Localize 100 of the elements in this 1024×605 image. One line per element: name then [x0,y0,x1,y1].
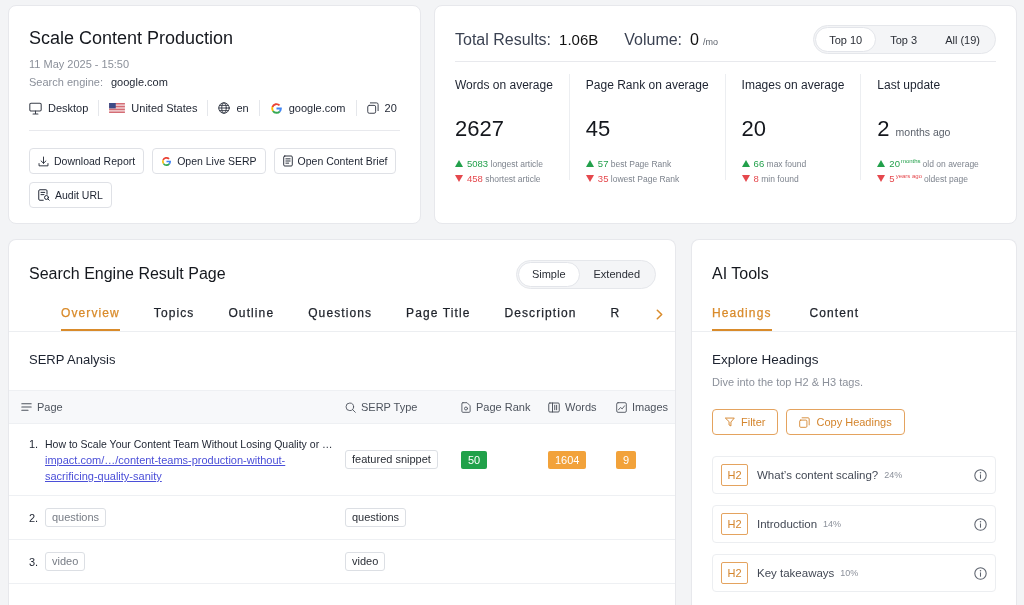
feature-tag: questions [45,508,107,527]
up-triangle-icon [741,160,750,167]
document-icon [461,401,471,413]
up-triangle-icon [455,160,463,167]
ai-tools-title: AI Tools [712,264,769,284]
view-mode-tab[interactable]: Extended [579,261,654,287]
section-tab[interactable]: Outline [228,302,275,331]
stat-detail: 458 shortest article [467,173,541,184]
results-count: 20 [384,101,397,116]
copy-icon [799,416,811,428]
domain-label: google.com [288,101,346,116]
section-title: SERP Analysis [29,352,116,368]
section-tab[interactable]: Page Title [406,302,471,331]
heading-share: 24% [884,470,903,480]
explore-headings-description: Dive into the top H2 & H3 tags. [712,375,864,389]
info-icon[interactable] [974,566,987,580]
section-tab[interactable]: Content [809,302,860,331]
heading-level-tag: H2 [721,562,748,584]
stat-label: Page Rank on average [585,78,709,93]
result-title: How to Scale Your Content Team Without Losing Quality or … [45,437,334,452]
google-logo-icon [269,101,283,115]
search-icon [345,401,356,413]
document-icon [282,155,293,167]
stat-value: 2627 [455,116,504,142]
funnel-icon [725,417,735,427]
section-tab[interactable]: Questions [308,302,373,331]
stat-label: Images on average [741,78,845,93]
download-report-button[interactable]: Download Report [29,148,145,174]
up-triangle-icon [877,160,886,167]
stacked-squares-icon [366,102,379,114]
total-results-value: 1.06B [559,30,599,48]
heading-text: What’s content scaling? [757,469,879,481]
language-label: en [236,101,249,116]
search-engine-value: google.com [111,75,168,89]
feature-tag: video [45,552,86,571]
chevron-right-icon[interactable] [656,309,663,320]
stat-detail: 5$^{years ago}$ oldest page [889,173,968,184]
heading-text: Introduction [757,518,818,530]
info-icon[interactable] [974,517,987,531]
report-date: 11 May 2025 - 15:50 [29,57,131,71]
row-number: 3. [29,554,40,570]
stat-detail: 8 min found [753,173,799,184]
result-url-link[interactable]: impact.com/…/content-teams-production-without-sacrificing-quality-sanity [45,452,335,484]
serp-type-tag: featured snippet [345,450,438,469]
open-live-serp-button[interactable]: Open Live SERP [152,148,266,174]
column-header: Page [37,401,63,413]
stat-detail: 5083 longest article [467,158,543,169]
country-label: United States [131,101,198,116]
section-tab[interactable]: R [610,302,621,331]
stat-label: Last update [877,78,942,93]
down-triangle-icon [585,175,594,182]
columns-icon [548,401,560,413]
stat-value: 45 [585,116,611,142]
device-label: Desktop [48,101,89,116]
column-header: SERP Type [361,401,418,413]
view-mode-tab[interactable]: Simple [517,261,580,287]
heading-level-tag: H2 [721,464,748,486]
search-engine-label: Search engine: [29,75,103,89]
column-header: Page Rank [476,401,531,413]
heading-level-tag: H2 [721,513,748,535]
volume-unit: /mo [702,36,718,47]
stat-unit: months ago [895,126,951,138]
open-content-brief-button[interactable]: Open Content Brief [273,148,397,174]
image-count-badge: 9 [616,450,637,469]
stat-detail: 66 max found [753,158,807,169]
serp-title: Search Engine Result Page [29,264,226,284]
stat-value: 20 [741,116,767,142]
page-rank-badge: 50 [461,450,488,469]
serp-type-tag: video [345,552,386,571]
filter-tab[interactable]: Top 3 [876,27,932,52]
serp-type-tag: questions [345,508,407,527]
audit-url-button[interactable]: Audit URL [29,182,112,208]
report-title: Scale Content Production [29,27,235,49]
google-logo-icon [161,155,173,167]
stat-detail: 35 lowest Page Rank [597,173,680,184]
up-triangle-icon [585,160,594,167]
total-results-label: Total Results: [455,30,552,49]
stat-detail: 20$^{months}$ old on average [889,158,979,169]
stat-detail: 57 best Page Rank [597,158,672,169]
volume-label: Volume: [624,30,683,49]
stat-value: 2 [877,116,890,142]
heading-text: Key takeaways [757,567,835,579]
heading-share: 14% [823,519,842,529]
filter-tab[interactable]: All (19) [931,27,994,52]
download-icon [38,155,49,167]
section-tab[interactable]: Description [504,302,577,331]
column-header: Images [632,401,669,413]
volume-value: 0 [690,30,699,49]
down-triangle-icon [741,175,750,182]
explore-headings-title: Explore Headings [712,352,819,368]
list-lines-icon [21,402,32,412]
column-header: Words [565,401,597,413]
filter-tab[interactable]: Top 10 [815,27,877,52]
section-tab[interactable]: Topics [153,302,195,331]
info-icon[interactable] [974,468,987,482]
line-chart-icon [616,401,627,413]
down-triangle-icon [877,175,886,182]
down-triangle-icon [455,175,463,182]
flag-icon [109,103,126,113]
word-count-badge: 1604 [548,450,587,469]
